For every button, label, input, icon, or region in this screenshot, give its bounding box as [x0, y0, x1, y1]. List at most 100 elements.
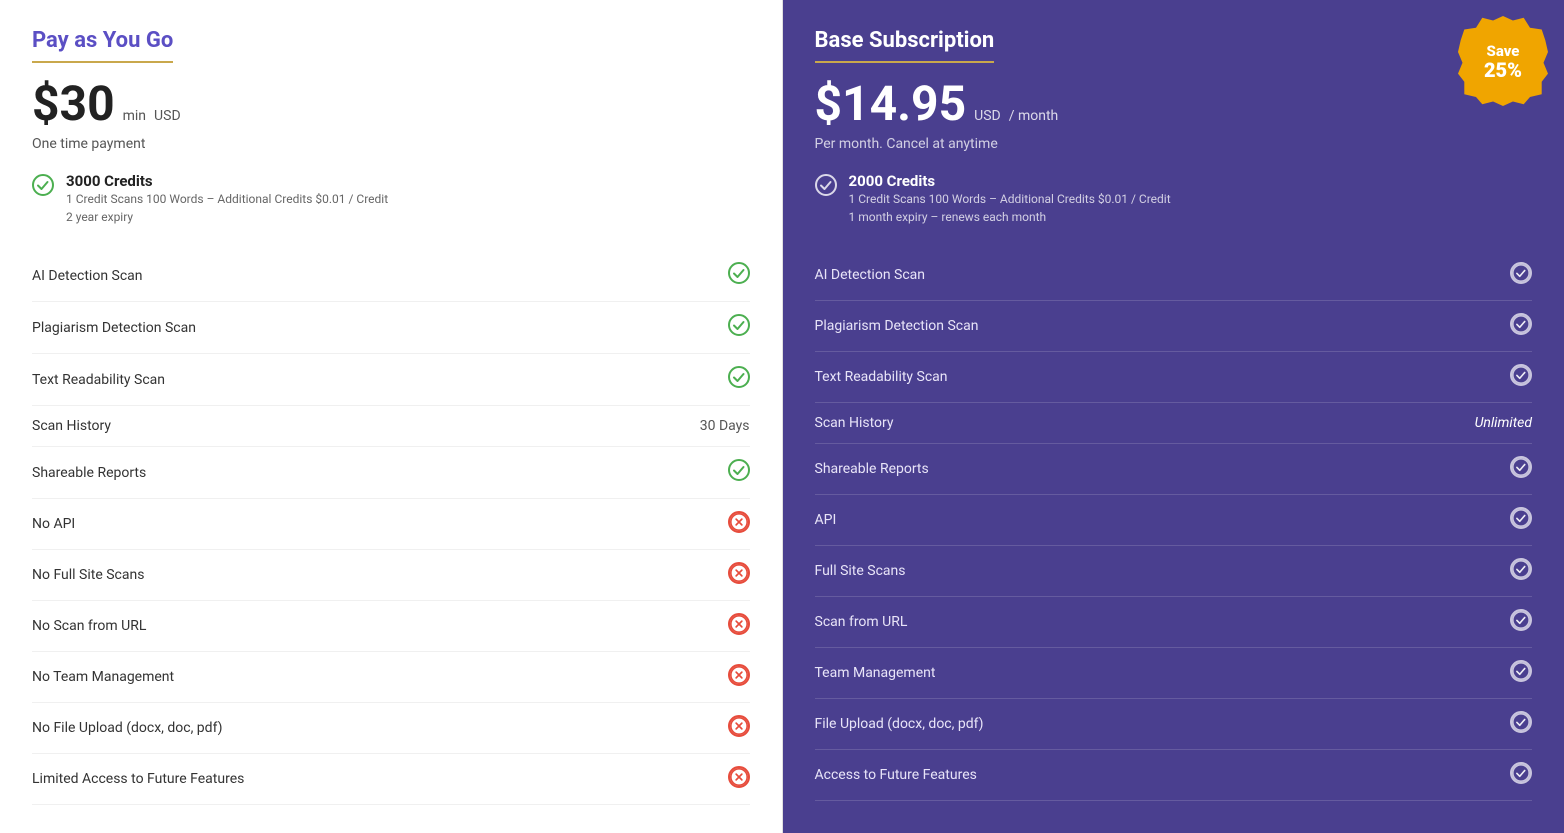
left-feature-row: Plagiarism Detection Scan [32, 302, 750, 354]
right-feature-row: Text Readability Scan [815, 352, 1533, 403]
left-feature-value [728, 314, 750, 341]
check-icon [728, 462, 750, 486]
check-icon [1510, 364, 1532, 386]
right-feature-value [1510, 558, 1532, 584]
right-feature-label: API [815, 512, 837, 528]
left-feature-label: AI Detection Scan [32, 268, 143, 284]
check-icon [1510, 558, 1532, 580]
left-price-row: $30 min USD [32, 75, 750, 132]
x-icon [728, 766, 750, 788]
right-feature-row: Access to Future Features [815, 750, 1533, 801]
right-panel: Save 25% Base Subscription $14.95 USD / … [783, 0, 1564, 833]
right-features-list: AI Detection Scan Plagiarism Detection S… [815, 250, 1533, 801]
x-icon [728, 613, 750, 635]
right-feature-row: File Upload (docx, doc, pdf) [815, 699, 1533, 750]
left-feature-value [728, 459, 750, 486]
left-price-suffix: min [123, 108, 146, 124]
left-feature-value [728, 366, 750, 393]
right-feature-label: AI Detection Scan [815, 267, 926, 283]
left-feature-value [728, 715, 750, 741]
right-feature-value [1510, 660, 1532, 686]
left-feature-row: AI Detection Scan [32, 250, 750, 302]
check-icon [1510, 609, 1532, 631]
right-feature-value [1510, 507, 1532, 533]
right-feature-value [1510, 313, 1532, 339]
right-feature-label: Scan History [815, 415, 894, 431]
right-price-row: $14.95 USD / month [815, 75, 1533, 132]
left-credits-detail2: 2 year expiry [66, 208, 388, 226]
left-feature-label: No File Upload (docx, doc, pdf) [32, 720, 222, 736]
right-feature-value: Unlimited [1475, 415, 1532, 431]
left-feature-row: Scan History 30 Days [32, 406, 750, 447]
right-feature-row: Scan History Unlimited [815, 403, 1533, 444]
right-credits-detail1: 1 Credit Scans 100 Words – Additional Cr… [849, 190, 1171, 208]
left-feature-label: Scan History [32, 418, 111, 434]
left-price-currency: USD [154, 108, 181, 124]
right-credits-block: 2000 Credits 1 Credit Scans 100 Words – … [815, 172, 1533, 226]
check-icon [1510, 507, 1532, 529]
right-feature-row: AI Detection Scan [815, 250, 1533, 301]
right-feature-label: Access to Future Features [815, 767, 977, 783]
right-price-note: Per month. Cancel at anytime [815, 136, 1533, 152]
left-feature-row: Shareable Reports [32, 447, 750, 499]
left-feature-label: No Full Site Scans [32, 567, 144, 583]
left-feature-value [728, 562, 750, 588]
left-feature-value [728, 613, 750, 639]
right-feature-label: Full Site Scans [815, 563, 906, 579]
x-icon [728, 562, 750, 584]
left-feature-row: No File Upload (docx, doc, pdf) [32, 703, 750, 754]
right-feature-label: Shareable Reports [815, 461, 929, 477]
check-icon [1510, 262, 1532, 284]
check-icon [1510, 313, 1532, 335]
left-feature-label: Shareable Reports [32, 465, 146, 481]
left-credits-block: 3000 Credits 1 Credit Scans 100 Words – … [32, 172, 750, 226]
check-icon [1510, 711, 1532, 733]
right-feature-row: Full Site Scans [815, 546, 1533, 597]
right-credits-detail2: 1 month expiry – renews each month [849, 208, 1171, 226]
left-plan-title: Pay as You Go [32, 28, 173, 63]
right-feature-label: Team Management [815, 665, 936, 681]
left-panel: Pay as You Go $30 min USD One time payme… [0, 0, 783, 833]
check-icon [728, 369, 750, 393]
check-icon [728, 265, 750, 289]
save-badge: Save 25% [1458, 16, 1548, 106]
left-feature-value: 30 Days [700, 418, 750, 434]
right-credits-amount: 2000 Credits [849, 172, 1171, 190]
right-feature-row: Plagiarism Detection Scan [815, 301, 1533, 352]
left-feature-label: No API [32, 516, 75, 532]
right-feature-row: API [815, 495, 1533, 546]
left-feature-label: Plagiarism Detection Scan [32, 320, 196, 336]
check-icon [1510, 660, 1532, 682]
right-feature-value [1510, 456, 1532, 482]
left-feature-row: No Full Site Scans [32, 550, 750, 601]
right-feature-value [1510, 762, 1532, 788]
left-feature-label: No Team Management [32, 669, 174, 685]
check-icon [1510, 456, 1532, 478]
save-badge-pct: 25% [1484, 60, 1522, 80]
right-feature-label: Plagiarism Detection Scan [815, 318, 979, 334]
left-price: $30 [32, 75, 115, 132]
right-feature-value [1510, 262, 1532, 288]
left-credits-amount: 3000 Credits [66, 172, 388, 190]
left-features-list: AI Detection Scan Plagiarism Detection S… [32, 250, 750, 805]
left-credits-check-icon [32, 174, 54, 202]
left-feature-label: No Scan from URL [32, 618, 146, 634]
right-price: $14.95 [815, 75, 967, 132]
right-feature-label: Scan from URL [815, 614, 908, 630]
left-feature-row: No API [32, 499, 750, 550]
right-feature-value [1510, 609, 1532, 635]
check-icon [1510, 762, 1532, 784]
left-price-note: One time payment [32, 136, 750, 152]
right-price-period: / month [1009, 108, 1059, 124]
left-feature-value [728, 262, 750, 289]
left-feature-label: Limited Access to Future Features [32, 771, 244, 787]
right-feature-row: Team Management [815, 648, 1533, 699]
x-icon [728, 715, 750, 737]
x-icon [728, 511, 750, 533]
right-feature-row: Scan from URL [815, 597, 1533, 648]
check-icon [728, 317, 750, 341]
right-feature-value [1510, 364, 1532, 390]
left-feature-value [728, 664, 750, 690]
right-price-currency: USD [974, 108, 1001, 124]
left-feature-label: Text Readability Scan [32, 372, 165, 388]
